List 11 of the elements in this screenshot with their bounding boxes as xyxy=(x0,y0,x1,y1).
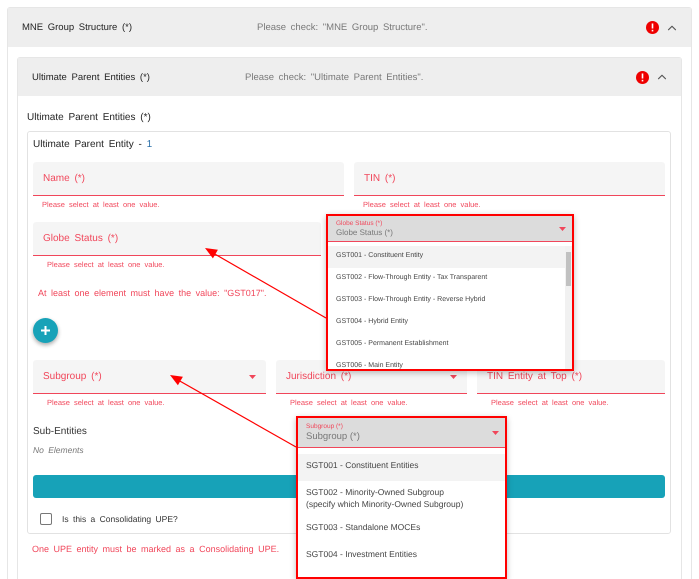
validation-message: At least one element must have the value: "GST017". xyxy=(38,288,268,298)
panel-title: Ultimate Parent Entities (*) xyxy=(32,72,151,82)
validation-message: Please check: "Ultimate Parent Entities". xyxy=(245,72,424,82)
subsection-title: Sub-Entities xyxy=(33,426,87,437)
validation-message: Please check: "MNE Group Structure". xyxy=(257,22,429,33)
section-title: Ultimate Parent Entities (*) xyxy=(27,112,152,123)
checkbox-label: Is this a Consolidating UPE? xyxy=(62,514,178,524)
card-title: Ultimate Parent Entity - 1 xyxy=(33,139,154,150)
empty-state-text: No Elements xyxy=(33,445,84,455)
panel-title: MNE Group Structure (*) xyxy=(22,22,133,33)
validation-message: One UPE entity must be marked as a Consolidating UPE. xyxy=(32,544,280,554)
